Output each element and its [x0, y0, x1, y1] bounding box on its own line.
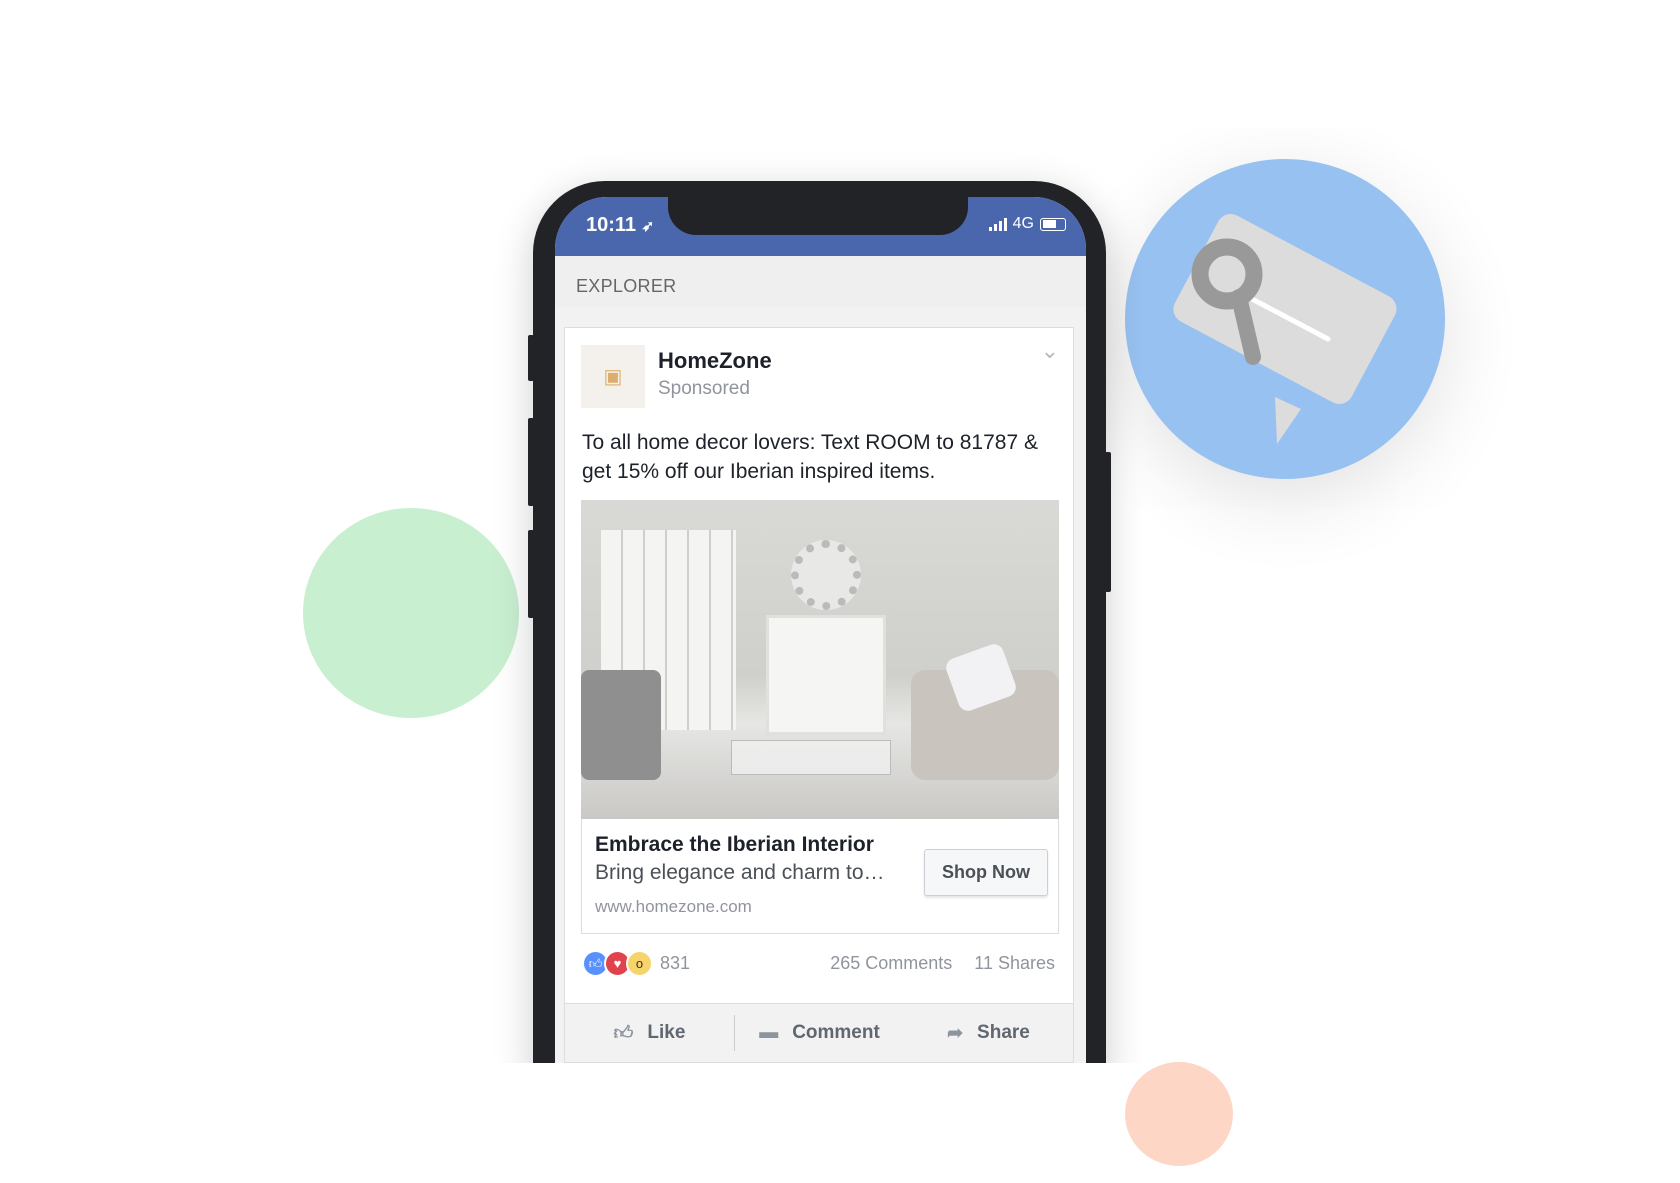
- location-arrow-icon: ➶: [641, 218, 655, 235]
- comment-icon: ▬: [759, 1022, 779, 1043]
- sponsored-post: ▣ HomeZone Sponsored ⌄ To all home decor…: [564, 327, 1074, 1063]
- phone-volume-up-button: [528, 418, 534, 506]
- share-label: Share: [977, 1022, 1030, 1043]
- phone-mute-button: [528, 335, 534, 381]
- sponsored-label: Sponsored: [658, 378, 750, 399]
- reaction-count: 831: [660, 953, 691, 973]
- status-time: 10:11 ➶: [586, 214, 654, 237]
- page-logo[interactable]: ▣: [581, 345, 645, 408]
- phone-volume-down-button: [528, 530, 534, 618]
- wow-reaction-icon: o: [626, 950, 653, 977]
- decorative-peach-circle-front: [1125, 1062, 1233, 1166]
- comment-button[interactable]: ▬ Comment: [735, 1022, 904, 1044]
- chevron-down-icon[interactable]: ⌄: [1041, 338, 1059, 364]
- shares-count[interactable]: 11 Shares: [974, 953, 1055, 974]
- phone-power-button: [1105, 452, 1111, 592]
- time-text: 10:11: [586, 214, 637, 236]
- status-indicators: 4G: [988, 215, 1066, 233]
- share-button[interactable]: ➦ Share: [904, 1022, 1073, 1045]
- action-bar: 👍︎ Like ▬ Comment ➦ Share: [565, 1003, 1073, 1062]
- page-name[interactable]: HomeZone: [658, 348, 772, 374]
- keyword-bubble-icon: [1173, 214, 1397, 444]
- comment-label: Comment: [792, 1022, 880, 1043]
- keyword-badge: [1125, 159, 1445, 479]
- shop-now-button[interactable]: Shop Now: [924, 849, 1048, 896]
- status-bar: 10:11 ➶ 4G: [555, 197, 1086, 256]
- link-title[interactable]: Embrace the Iberian Interior: [595, 833, 874, 857]
- like-label: Like: [647, 1022, 686, 1043]
- like-button[interactable]: 👍︎ Like: [565, 1022, 734, 1045]
- post-message: To all home decor lovers: Text ROOM to 8…: [582, 431, 1038, 483]
- link-preview[interactable]: Embrace the Iberian Interior Bring elega…: [581, 819, 1059, 934]
- share-arrow-icon: ➦: [947, 1022, 964, 1044]
- signal-icon: [988, 217, 1007, 231]
- reactions-summary[interactable]: 👍︎ ♥ o 831: [582, 950, 690, 977]
- notch: [668, 197, 968, 235]
- link-url[interactable]: www.homezone.com: [595, 897, 752, 917]
- battery-icon: [1040, 217, 1066, 231]
- phone-screen: 10:11 ➶ 4G EXPLORER ▣ HomeZone Sponsored…: [555, 197, 1086, 1063]
- bottom-mask: [0, 1063, 1680, 1183]
- post-image[interactable]: [581, 500, 1059, 819]
- page-header: EXPLORER: [555, 256, 1086, 307]
- link-description: Bring elegance and charm to…: [595, 861, 885, 884]
- thumbs-up-icon: 👍︎: [613, 1022, 634, 1044]
- comments-count[interactable]: 265 Comments: [830, 953, 952, 974]
- network-label: 4G: [1012, 215, 1034, 232]
- engagement-stats: 265 Comments 11 Shares: [830, 953, 1055, 974]
- decorative-green-circle: [303, 508, 519, 718]
